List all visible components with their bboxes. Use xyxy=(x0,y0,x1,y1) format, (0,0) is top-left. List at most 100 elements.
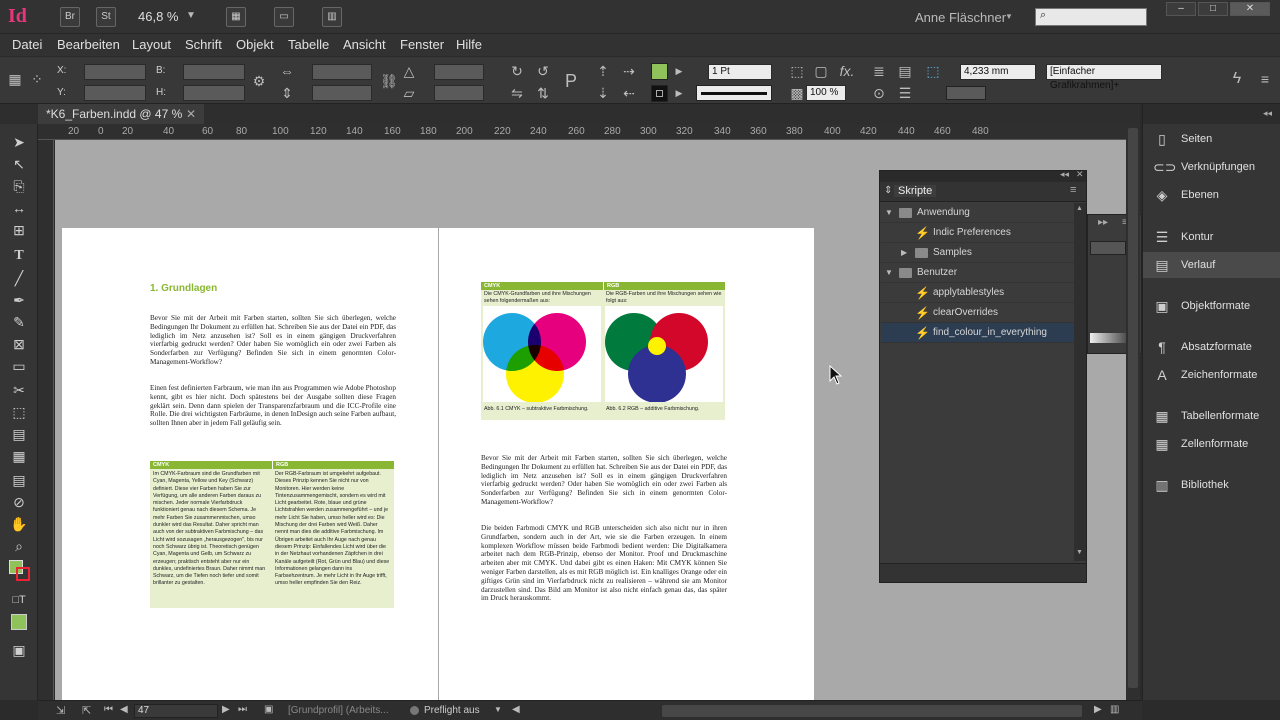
script-row[interactable]: ⚡ Indic Preferences xyxy=(881,223,1074,243)
open-in-bridge-icon[interactable]: ⇲ xyxy=(56,704,65,717)
fill-swatch[interactable] xyxy=(651,63,668,80)
rotate-ccw-icon[interactable]: ↺ xyxy=(534,63,552,81)
script-row[interactable]: ▼ Benutzer xyxy=(881,263,1074,283)
right-paragraph-1[interactable]: Bevor Sie mit der Arbeit mit Farben star… xyxy=(481,454,727,507)
scroll-left-icon[interactable]: ◀ xyxy=(512,704,520,715)
dock-item-verknüpfungen[interactable]: ⊂⊃ Verknüpfungen xyxy=(1143,154,1280,180)
selection-tool-icon[interactable]: ➤ xyxy=(9,132,29,152)
line-tool-icon[interactable]: ╱ xyxy=(9,268,29,288)
corner-style-field[interactable] xyxy=(946,86,986,100)
scale-y-field[interactable] xyxy=(312,85,372,101)
select-previous-icon[interactable]: ⇣ xyxy=(594,85,612,103)
reference-point-grid-icon[interactable]: ⁘ xyxy=(28,71,46,89)
gradient-feather-tool-icon[interactable]: ▦ xyxy=(9,446,29,466)
expanded-arrow-icon[interactable]: ▼ xyxy=(885,203,893,223)
rotate-angle-icon[interactable]: △ xyxy=(400,63,418,81)
left-paragraph-1[interactable]: Bevor Sie mit der Arbeit mit Farben star… xyxy=(150,314,396,367)
dock-item-ebenen[interactable]: ◈ Ebenen xyxy=(1143,182,1280,208)
stroke-weight-field[interactable]: 1 Pt xyxy=(708,64,772,80)
rotation-field[interactable] xyxy=(434,64,484,80)
frame-fitting-icon[interactable]: ⊙ xyxy=(870,85,888,103)
export-icon[interactable]: ⇱ xyxy=(82,704,91,717)
scroll-right-icon[interactable]: ▶ xyxy=(1094,704,1102,715)
fill-dropdown-icon[interactable]: ▶ xyxy=(670,63,688,81)
right-page[interactable]: CMYK RGB Die CMYK-Grundfarben und ihre M… xyxy=(439,228,814,700)
content-collector-icon[interactable]: ⊞ xyxy=(9,220,29,240)
formatting-affects-container-icon[interactable]: □T xyxy=(9,590,29,610)
y-field[interactable] xyxy=(84,85,146,101)
profile-status[interactable]: [Grundprofil] (Arbeits... xyxy=(288,705,389,716)
rotate-cw-icon[interactable]: ↻ xyxy=(508,63,526,81)
menu-objekt[interactable]: Objekt xyxy=(236,37,274,52)
user-name[interactable]: Anne Fläschner xyxy=(915,10,1006,25)
color-figure[interactable]: CMYK RGB Die CMYK-Grundfarben und ihre M… xyxy=(481,282,725,420)
view-options-icon[interactable]: ▦ xyxy=(226,7,246,27)
lightning-icon[interactable]: ϟ xyxy=(1228,71,1246,89)
shear-field[interactable] xyxy=(434,85,484,101)
left-page[interactable]: 1. Grundlagen Bevor Sie mit der Arbeit m… xyxy=(62,228,438,700)
dock-item-zeichenformate[interactable]: A Zeichenformate xyxy=(1143,362,1280,388)
collapsed-arrow-icon[interactable]: ▶ xyxy=(901,243,907,263)
scripts-panel-topbar[interactable]: ◂◂ ✕ xyxy=(880,169,1086,182)
page-number-field[interactable]: 47 xyxy=(134,704,218,718)
section-heading[interactable]: 1. Grundlagen xyxy=(150,283,217,294)
scripts-panel[interactable]: ◂◂ ✕ ⇕ Skripte ≡ ▼ Anwendung ⚡ Indic Prefer… xyxy=(879,169,1087,583)
select-next-icon[interactable]: ⇠ xyxy=(620,85,638,103)
direct-selection-tool-icon[interactable]: ↖ xyxy=(9,154,29,174)
document-vertical-scrollbar[interactable] xyxy=(1126,124,1140,700)
flip-vertical-icon[interactable]: ⇅ xyxy=(534,85,552,103)
direction-p-icon[interactable]: P xyxy=(562,72,580,91)
user-dropdown-icon[interactable]: ▼ xyxy=(1005,12,1013,21)
distribute-icon[interactable]: ☰ xyxy=(896,85,914,103)
type-tool-icon[interactable]: T xyxy=(9,246,29,266)
scale-y-icon[interactable]: ⇕ xyxy=(278,85,296,103)
menu-ansicht[interactable]: Ansicht xyxy=(343,37,386,52)
align-icon[interactable]: ▤ xyxy=(896,63,914,81)
close-window-button[interactable]: ✕ xyxy=(1230,2,1270,16)
size-field[interactable]: 4,233 mm xyxy=(960,64,1036,80)
close-tab-icon[interactable]: ✕ xyxy=(186,104,196,124)
chain-link-icon[interactable]: ⛓ xyxy=(380,73,398,91)
zoom-dropdown-icon[interactable]: ▼ xyxy=(186,10,196,21)
flip-horizontal-icon[interactable]: ⇋ xyxy=(508,85,526,103)
close-panel-icon[interactable]: ✕ xyxy=(1076,169,1084,180)
script-row[interactable]: ⚡ applytablestyles xyxy=(881,283,1074,303)
scroll-thumb[interactable] xyxy=(1128,128,1138,688)
minimize-button[interactable]: – xyxy=(1166,2,1196,16)
dock-item-kontur[interactable]: ☰ Kontur xyxy=(1143,224,1280,250)
gap-tool-icon[interactable]: ↔ xyxy=(9,198,29,218)
menu-fenster[interactable]: Fenster xyxy=(400,37,444,52)
scripts-panel-menu-icon[interactable]: ≡ xyxy=(1070,184,1076,196)
x-field[interactable] xyxy=(84,64,146,80)
maximize-button[interactable]: □ xyxy=(1198,2,1228,16)
gradient-swatch-tool-icon[interactable]: ▤ xyxy=(9,424,29,444)
scroll-up-icon[interactable]: ▲ xyxy=(1076,205,1083,212)
scale-x-field[interactable] xyxy=(312,64,372,80)
page-tool-icon[interactable]: ⎘ xyxy=(9,176,29,196)
script-row[interactable]: ⚡ clearOverrides xyxy=(881,303,1074,323)
width-field[interactable] xyxy=(183,64,245,80)
apply-color-icon[interactable] xyxy=(11,614,27,630)
split-layout-icon[interactable]: ▥ xyxy=(1110,704,1119,715)
control-menu-icon[interactable]: ≡ xyxy=(1256,71,1274,89)
height-field[interactable] xyxy=(183,85,245,101)
panel-expand-icon[interactable]: ▸▸ xyxy=(1098,217,1108,228)
dock-item-verlauf[interactable]: ▤ Verlauf xyxy=(1143,252,1280,278)
reference-point-icon[interactable]: ▦ xyxy=(6,71,24,89)
stroke-type-field[interactable] xyxy=(696,85,772,101)
dock-item-tabellenformate[interactable]: ▦ Tabellenformate xyxy=(1143,403,1280,429)
dock-item-objektformate[interactable]: ▣ Objektformate xyxy=(1143,293,1280,319)
fit-frame-icon[interactable]: ⬚ xyxy=(788,63,806,81)
script-row[interactable]: ▶ Samples xyxy=(881,243,1074,263)
menu-datei[interactable]: Datei xyxy=(12,37,42,52)
screen-mode-icon[interactable]: ▭ xyxy=(274,7,294,27)
scroll-down-icon[interactable]: ▼ xyxy=(1076,549,1083,556)
first-page-icon[interactable]: ⏮ xyxy=(104,704,113,715)
text-wrap-icon[interactable]: ≣ xyxy=(870,63,888,81)
drop-shadow-icon[interactable]: ▢ xyxy=(812,63,830,81)
select-container-icon[interactable]: ⇡ xyxy=(594,63,612,81)
scale-x-icon[interactable]: ⇔ xyxy=(278,63,296,81)
previous-page-icon[interactable]: ◀ xyxy=(120,704,128,715)
eyedropper-tool-icon[interactable]: ⊘ xyxy=(9,492,29,512)
stroke-dropdown-icon[interactable]: ▶ xyxy=(670,85,688,103)
